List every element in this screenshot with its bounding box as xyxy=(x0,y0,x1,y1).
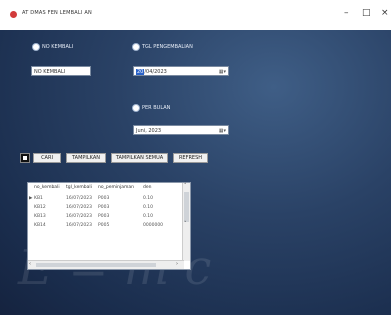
cell-den[interactable]: 0.10 xyxy=(143,213,153,221)
scroll-down-icon[interactable]: ˅ xyxy=(184,221,187,227)
column-header-no-kembali[interactable]: no_kembali xyxy=(34,183,60,193)
vertical-scrollbar[interactable]: ˄ ˅ xyxy=(182,183,190,261)
row-selector-icon: ▶ xyxy=(29,196,33,201)
radio-no-kembali-label: NO KEMBALI xyxy=(42,44,74,50)
month-picker[interactable]: Juni, 2023 ▦▾ xyxy=(133,125,229,135)
title-bar: AT DMAS FEN LEMBALI AN – □ × xyxy=(0,0,391,30)
cell-no-kembali[interactable]: KB14 xyxy=(34,222,46,230)
table-row[interactable]: KB12 16/07/2023 P003 0.10 xyxy=(28,204,184,212)
table-row[interactable]: KB14 16/07/2023 P005 0000000 xyxy=(28,222,184,230)
date-rest-part: /04/2023 xyxy=(144,69,167,75)
cell-den[interactable]: 0.10 xyxy=(143,204,153,212)
column-header-no-peminjaman[interactable]: no_peminjaman xyxy=(98,183,134,193)
calendar-dropdown-icon[interactable]: ▦▾ xyxy=(219,67,226,77)
pengembalian-data-grid[interactable]: no_kembali tgl_kembali no_peminjaman den… xyxy=(27,182,191,270)
month-value: Juni, 2023 xyxy=(136,128,162,134)
radio-per-bulan-label: PER BULAN xyxy=(142,105,171,111)
calendar-dropdown-icon[interactable]: ▦▾ xyxy=(219,126,226,136)
horizontal-scroll-thumb[interactable] xyxy=(36,263,156,267)
minimize-button[interactable]: – xyxy=(344,8,349,18)
cell-tgl-kembali[interactable]: 16/07/2023 xyxy=(66,222,92,230)
radio-dot-icon xyxy=(133,105,139,111)
scroll-up-icon[interactable]: ˄ xyxy=(184,183,187,189)
cell-no-peminjaman[interactable]: P003 xyxy=(98,204,109,212)
tampilkan-button[interactable]: TAMPILKAN xyxy=(66,153,106,163)
app-icon xyxy=(10,11,17,18)
cell-tgl-kembali[interactable]: 16/07/2023 xyxy=(66,213,92,221)
cell-tgl-kembali[interactable]: 16/07/2023 xyxy=(66,204,92,212)
close-button[interactable]: × xyxy=(381,8,389,18)
no-kembali-input[interactable]: NO KEMBALI xyxy=(31,66,91,76)
cell-no-peminjaman[interactable]: P003 xyxy=(98,195,109,203)
cell-no-peminjaman[interactable]: P005 xyxy=(98,222,109,230)
maximize-button[interactable]: □ xyxy=(362,8,371,18)
column-header-tgl-kembali[interactable]: tgl_kembali xyxy=(66,183,92,193)
form-client-area: c E = m c NO KEMBALI TGL PENGEMBALIAN NO… xyxy=(0,30,391,315)
window-title: AT DMAS FEN LEMBALI AN xyxy=(22,10,92,16)
cell-den[interactable]: 0000000 xyxy=(143,222,163,230)
tgl-pengembalian-datepicker[interactable]: 20/04/2023 ▦▾ xyxy=(133,66,229,76)
cell-den[interactable]: 0.10 xyxy=(143,195,153,203)
tampilkan-semua-button[interactable]: TAMPILKAN SEMUA xyxy=(111,153,168,163)
table-row[interactable]: KB13 16/07/2023 P003 0.10 xyxy=(28,213,184,221)
refresh-button[interactable]: REFRESH xyxy=(173,153,208,163)
cell-no-kembali[interactable]: KB12 xyxy=(34,204,46,212)
cari-button[interactable]: CARI xyxy=(33,153,61,163)
cell-no-kembali[interactable]: KB1 xyxy=(34,195,43,203)
scroll-left-icon[interactable]: ‹ xyxy=(29,261,31,267)
print-icon-button[interactable] xyxy=(20,153,30,163)
radio-per-bulan[interactable]: PER BULAN xyxy=(133,105,170,111)
radio-dot-icon xyxy=(33,44,39,50)
column-header-den[interactable]: den xyxy=(143,183,151,193)
radio-dot-icon xyxy=(133,44,139,50)
grid-header: no_kembali tgl_kembali no_peminjaman den xyxy=(28,183,184,193)
radio-tgl-pengembalian-label: TGL PENGEMBALIAN xyxy=(142,44,193,50)
app-window: AT DMAS FEN LEMBALI AN – □ × c E = m c N… xyxy=(0,0,391,315)
radio-tgl-pengembalian[interactable]: TGL PENGEMBALIAN xyxy=(133,44,193,50)
cell-tgl-kembali[interactable]: 16/07/2023 xyxy=(66,195,92,203)
horizontal-scrollbar[interactable]: ‹ › xyxy=(28,260,184,269)
table-row[interactable]: ▶ KB1 16/07/2023 P003 0.10 xyxy=(28,195,184,203)
cell-no-kembali[interactable]: KB13 xyxy=(34,213,46,221)
radio-no-kembali[interactable]: NO KEMBALI xyxy=(33,44,73,50)
vertical-scroll-thumb[interactable] xyxy=(184,192,189,222)
scroll-right-icon[interactable]: › xyxy=(176,261,178,267)
cell-no-peminjaman[interactable]: P003 xyxy=(98,213,109,221)
